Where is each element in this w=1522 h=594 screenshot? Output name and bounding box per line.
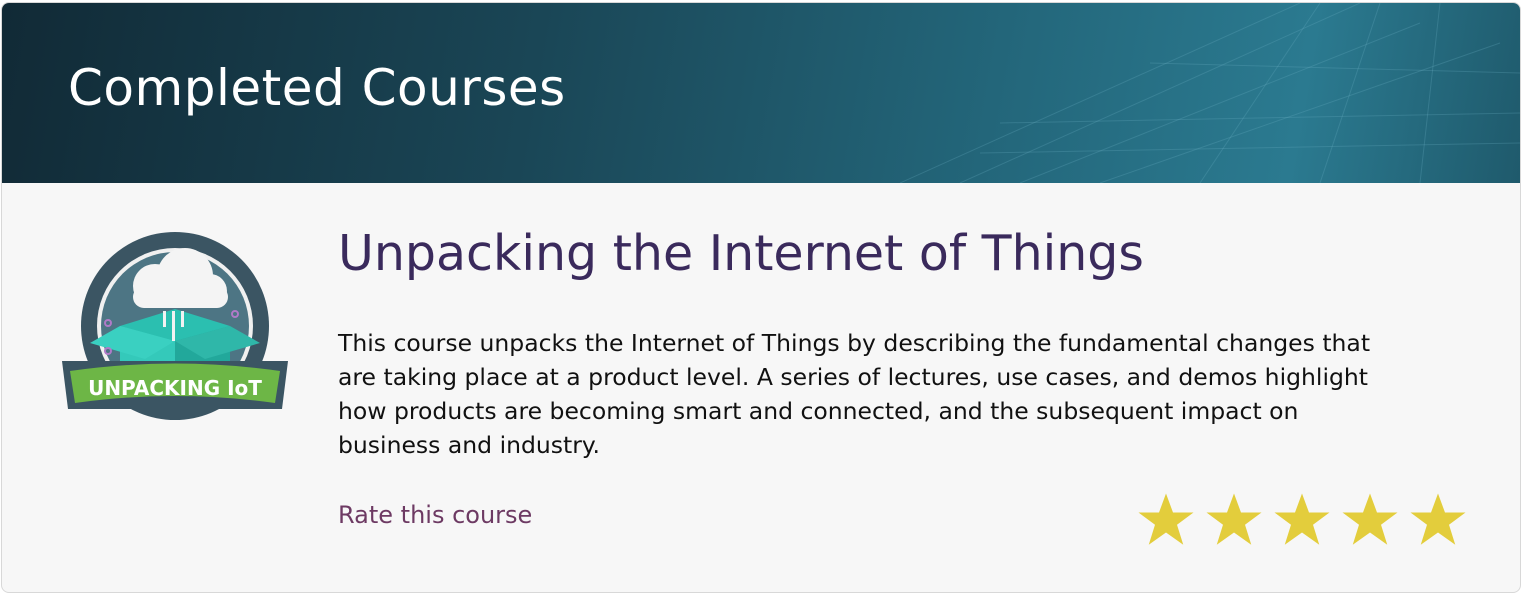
rate-course-link[interactable]: Rate this course: [338, 501, 532, 529]
header-banner: Completed Courses: [2, 3, 1520, 183]
star-icon-2[interactable]: [1204, 491, 1264, 551]
star-icon-4[interactable]: [1340, 491, 1400, 551]
course-title: Unpacking the Internet of Things: [338, 225, 1144, 282]
course-card: Completed Courses UNPACKING IoT Unpackin…: [1, 2, 1521, 593]
course-badge-image: UNPACKING IoT: [62, 232, 288, 420]
star-icon-5[interactable]: [1408, 491, 1468, 551]
star-rating[interactable]: [1136, 491, 1468, 551]
course-description: This course unpacks the Internet of Thin…: [338, 329, 1371, 459]
badge-text: UNPACKING IoT: [88, 376, 262, 400]
star-icon-3[interactable]: [1272, 491, 1332, 551]
star-icon-1[interactable]: [1136, 491, 1196, 551]
grid-pattern-decoration: [900, 3, 1520, 183]
page-title: Completed Courses: [68, 59, 566, 117]
